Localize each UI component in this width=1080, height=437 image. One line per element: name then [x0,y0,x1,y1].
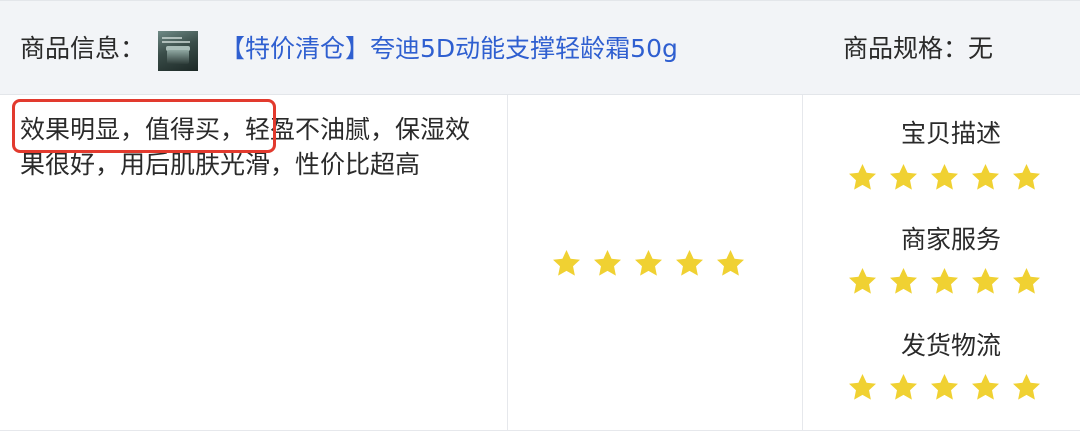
star-icon [1010,371,1043,404]
thumbnail-text-line [162,37,182,39]
star-icon [887,161,920,194]
product-thumbnail[interactable] [158,31,198,71]
star-icon [928,371,961,404]
rating-stars-logistics [846,371,1043,404]
star-icon [969,161,1002,194]
overall-rating-stars [550,247,747,280]
product-info-label: 商品信息： [20,34,146,63]
star-icon [846,161,879,194]
thumbnail-text-line [162,41,190,43]
review-card: 商品信息： 【特价清仓】夸迪5D动能支撑轻龄霜50g 商品规格：无 效果明显，值… [0,0,1080,437]
highlight-box [12,99,276,153]
star-icon [632,247,665,280]
star-icon [550,247,583,280]
rating-label-description: 宝贝描述 [900,119,1001,148]
star-icon [673,247,706,280]
column-divider [507,95,508,431]
product-title-link[interactable]: 【特价清仓】夸迪5D动能支撑轻龄霜50g [220,30,678,68]
star-icon [969,371,1002,404]
spec-value: 无 [968,34,994,63]
rating-stars-service [846,265,1043,298]
bottom-border [0,430,1080,431]
star-icon [591,247,624,280]
star-icon [846,371,879,404]
rating-label-logistics: 发货物流 [900,331,1001,360]
star-icon [887,265,920,298]
rating-label-service: 商家服务 [900,225,1001,254]
star-icon [928,265,961,298]
thumbnail-jar [167,50,189,64]
star-icon [1010,161,1043,194]
star-icon [846,265,879,298]
rating-stars-description [846,161,1043,194]
column-divider [802,95,803,431]
star-icon [714,247,747,280]
star-icon [1010,265,1043,298]
star-icon [969,265,1002,298]
spec-label: 商品规格： [843,34,969,63]
star-icon [887,371,920,404]
star-icon [928,161,961,194]
product-spec: 商品规格：无 [843,30,993,68]
header-row: 商品信息： 【特价清仓】夸迪5D动能支撑轻龄霜50g 商品规格：无 [0,0,1080,95]
